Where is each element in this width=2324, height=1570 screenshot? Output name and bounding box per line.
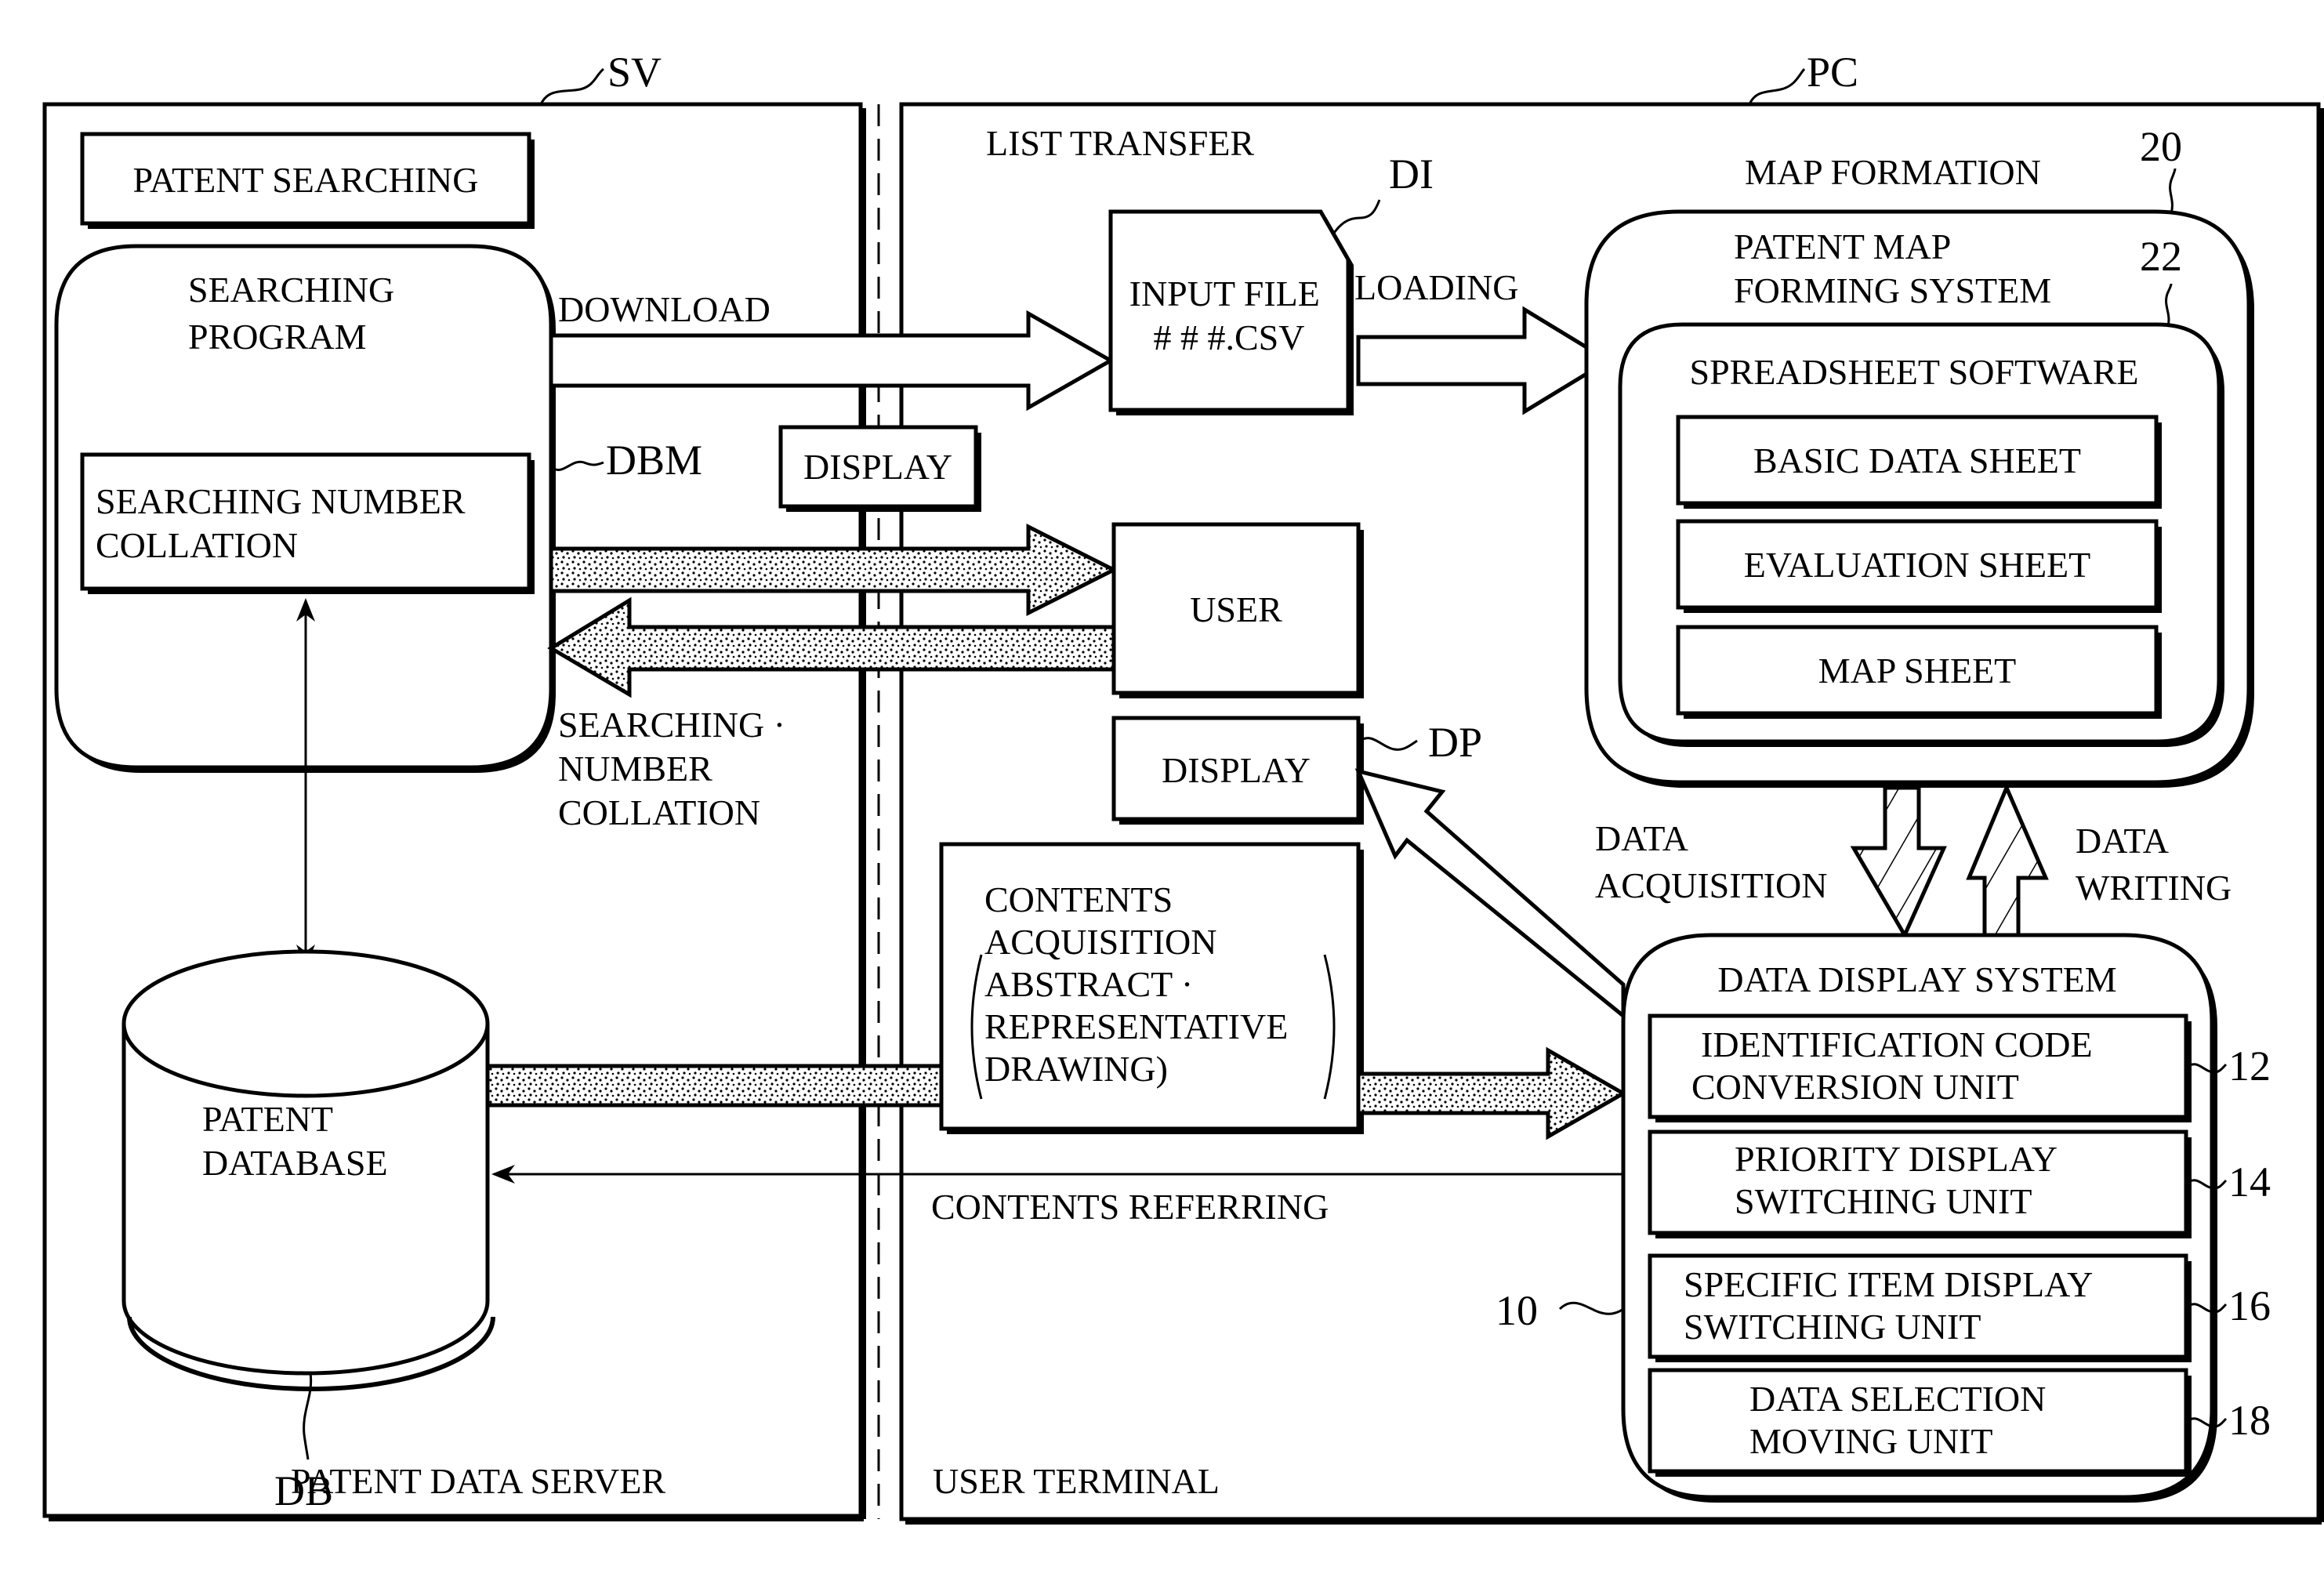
contents-referring-label: CONTENTS REFERRING	[931, 1187, 1329, 1227]
ref-10-leader	[1558, 1301, 1624, 1315]
map-sheet-label: MAP SHEET	[1818, 651, 2017, 691]
pc-ref: PC	[1807, 49, 1858, 96]
dbm-ref: DBM	[606, 437, 702, 484]
loading-arrow	[1356, 306, 1612, 415]
dp-leader	[1359, 737, 1418, 751]
collation-to-user-arrow	[549, 523, 1118, 617]
dbm-leader	[553, 460, 604, 471]
display-dp-label: DISPLAY	[1162, 750, 1311, 790]
data-acquisition-label: DATA ACQUISITION	[1595, 818, 1827, 905]
spreadsheet-software-title: SPREADSHEET SOFTWARE	[1690, 352, 2139, 392]
ref-18: 18	[2228, 1397, 2271, 1444]
basic-data-sheet-label: BASIC DATA SHEET	[1753, 441, 2081, 480]
data-writing-arrow	[1966, 782, 2049, 937]
contents-to-data-display-arrow	[1356, 1046, 1628, 1140]
di-ref: DI	[1389, 150, 1434, 198]
map-formation-label: MAP FORMATION	[1745, 152, 2041, 192]
download-label: DOWNLOAD	[558, 289, 770, 329]
dp-ref: DP	[1428, 719, 1482, 766]
sv-leader	[539, 67, 605, 105]
ref-22: 22	[2140, 233, 2182, 280]
sv-ref: SV	[607, 49, 662, 96]
patent-searching-label: PATENT SEARCHING	[133, 160, 479, 200]
pc-leader	[1748, 68, 1806, 105]
loading-label: LOADING	[1354, 267, 1519, 307]
patent-data-server: SV PATENT SEARCHING SEARCHING PROGRAM SE…	[42, 49, 866, 1521]
data-display-system-title: DATA DISPLAY SYSTEM	[1717, 959, 2116, 999]
ref-12: 12	[2228, 1042, 2271, 1090]
patent-data-server-label: PATENT DATA SERVER	[291, 1461, 666, 1501]
ref-20-leader	[2169, 168, 2177, 214]
db-leader	[303, 1372, 313, 1460]
data-writing-label: DATA WRITING	[2076, 821, 2232, 908]
sheet-list: BASIC DATA SHEET EVALUATION SHEET MAP SH…	[1676, 415, 2162, 719]
user-terminal-label: USER TERMINAL	[933, 1461, 1220, 1501]
display-network-label: DISPLAY	[803, 447, 952, 487]
searching-number-collation-box	[80, 452, 531, 591]
user-label: USER	[1190, 589, 1282, 629]
evaluation-sheet-label: EVALUATION SHEET	[1744, 545, 2091, 585]
di-leader	[1331, 199, 1381, 236]
data-acquisition-arrow	[1850, 785, 1947, 940]
ref-20: 20	[2140, 123, 2182, 170]
patent-system-diagram: SV PATENT SEARCHING SEARCHING PROGRAM SE…	[42, 49, 2324, 1525]
ref-16: 16	[2228, 1282, 2271, 1329]
ref-14: 14	[2228, 1158, 2271, 1206]
ref-10: 10	[1496, 1287, 1538, 1334]
searching-number-collation-flow-label: SEARCHING · NUMBER COLLATION	[558, 705, 795, 832]
data-display-to-dp-arrow	[1354, 768, 1626, 1021]
db-to-contents-band	[485, 1064, 944, 1108]
list-transfer-label: LIST TRANSFER	[986, 123, 1254, 163]
